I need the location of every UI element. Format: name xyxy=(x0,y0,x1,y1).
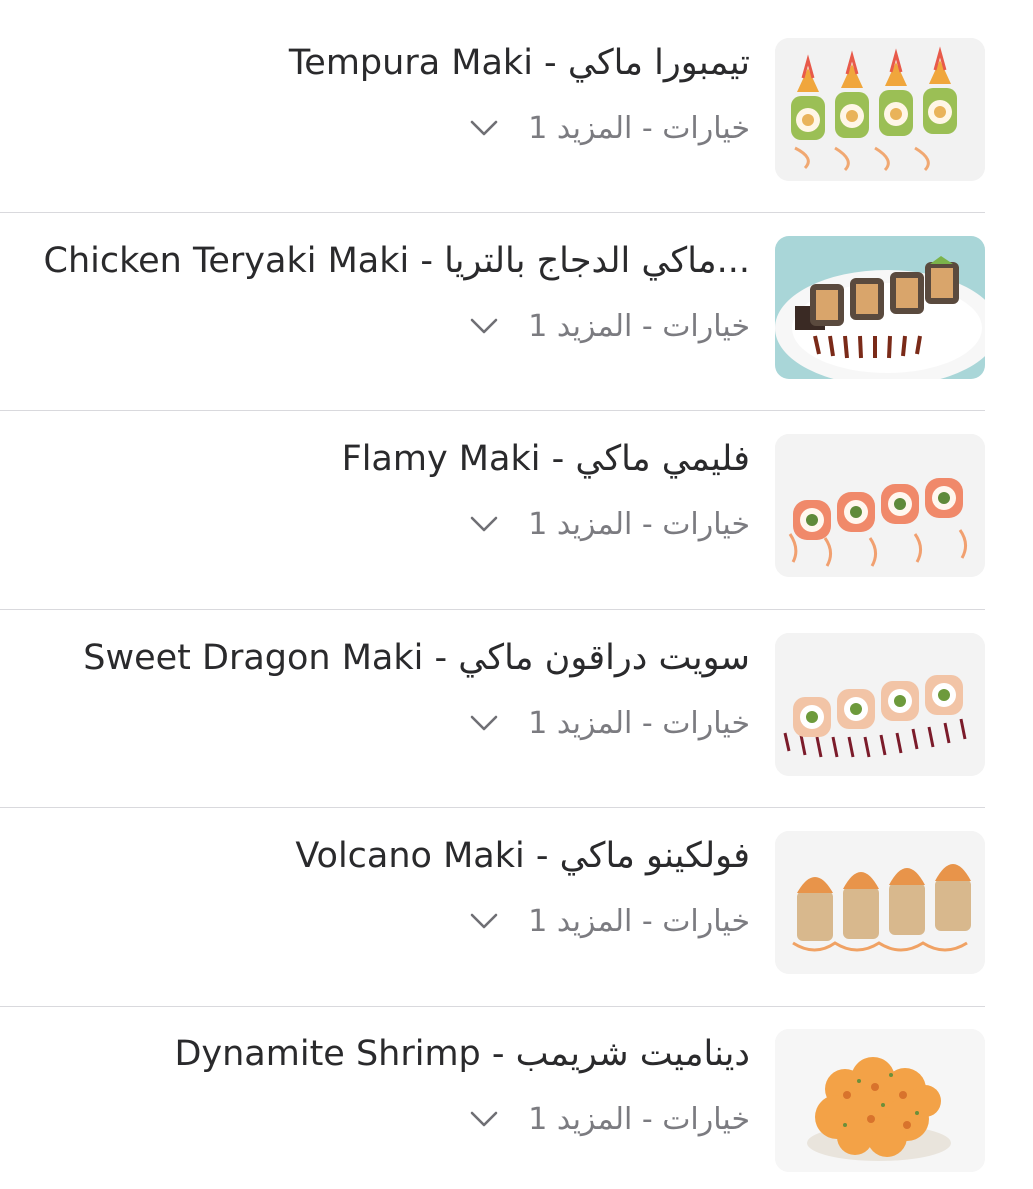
chevron-down-icon[interactable] xyxy=(470,514,498,534)
menu-item-title: Dynamite Shrimp - ديناميت شريمب xyxy=(174,1034,750,1074)
chicken-teriyaki-maki-photo[interactable] xyxy=(775,236,985,379)
flamy-maki-photo[interactable] xyxy=(775,434,985,577)
menu-item-title: Flamy Maki - فليمي ماكي xyxy=(341,439,750,479)
chevron-down-icon[interactable] xyxy=(470,713,498,733)
options-label: 1 خيارات - المزيد xyxy=(528,308,750,344)
sweet-dragon-maki-photo[interactable] xyxy=(775,633,985,776)
menu-item-volcano-maki[interactable]: Volcano Maki - فولكينو ماكي 1 خيارات - ا… xyxy=(0,793,1033,991)
options-row[interactable]: 1 خيارات - المزيد xyxy=(470,899,750,943)
options-row[interactable]: 1 خيارات - المزيد xyxy=(470,304,750,348)
options-label: 1 خيارات - المزيد xyxy=(528,506,750,542)
menu-item-title: Chicken Teryaki Maki - ماكي الدجاج بالتر… xyxy=(43,241,751,281)
chevron-down-icon[interactable] xyxy=(470,911,498,931)
options-row[interactable]: 1 خيارات - المزيد xyxy=(470,1097,750,1141)
menu-item-title: Sweet Dragon Maki - سويت دراقون ماكي xyxy=(83,638,750,678)
menu-item-tempura-maki[interactable]: Tempura Maki - تيمبورا ماكي 1 خيارات - ا… xyxy=(0,0,1033,198)
chevron-down-icon[interactable] xyxy=(470,118,498,138)
options-label: 1 خيارات - المزيد xyxy=(528,903,750,939)
menu-item-chicken-teryaki-maki[interactable]: Chicken Teryaki Maki - ماكي الدجاج بالتر… xyxy=(0,198,1033,396)
menu-item-flamy-maki[interactable]: Flamy Maki - فليمي ماكي 1 خيارات - المزي… xyxy=(0,396,1033,594)
chevron-down-icon[interactable] xyxy=(470,1109,498,1129)
options-row[interactable]: 1 خيارات - المزيد xyxy=(470,701,750,745)
options-label: 1 خيارات - المزيد xyxy=(528,705,750,741)
options-label: 1 خيارات - المزيد xyxy=(528,1101,750,1137)
chevron-down-icon[interactable] xyxy=(470,316,498,336)
menu-item-title: Tempura Maki - تيمبورا ماكي xyxy=(288,43,750,83)
options-row[interactable]: 1 خيارات - المزيد xyxy=(470,502,750,546)
options-label: 1 خيارات - المزيد xyxy=(528,110,750,146)
menu-item-dynamite-shrimp[interactable]: Dynamite Shrimp - ديناميت شريمب 1 خيارات… xyxy=(0,991,1033,1189)
menu-item-title: Volcano Maki - فولكينو ماكي xyxy=(295,836,750,876)
dynamite-shrimp-photo[interactable] xyxy=(775,1029,985,1172)
options-row[interactable]: 1 خيارات - المزيد xyxy=(470,106,750,150)
tempura-maki-photo[interactable] xyxy=(775,38,985,181)
volcano-maki-photo[interactable] xyxy=(775,831,985,974)
menu-item-sweet-dragon-maki[interactable]: Sweet Dragon Maki - سويت دراقون ماكي 1 خ… xyxy=(0,595,1033,793)
